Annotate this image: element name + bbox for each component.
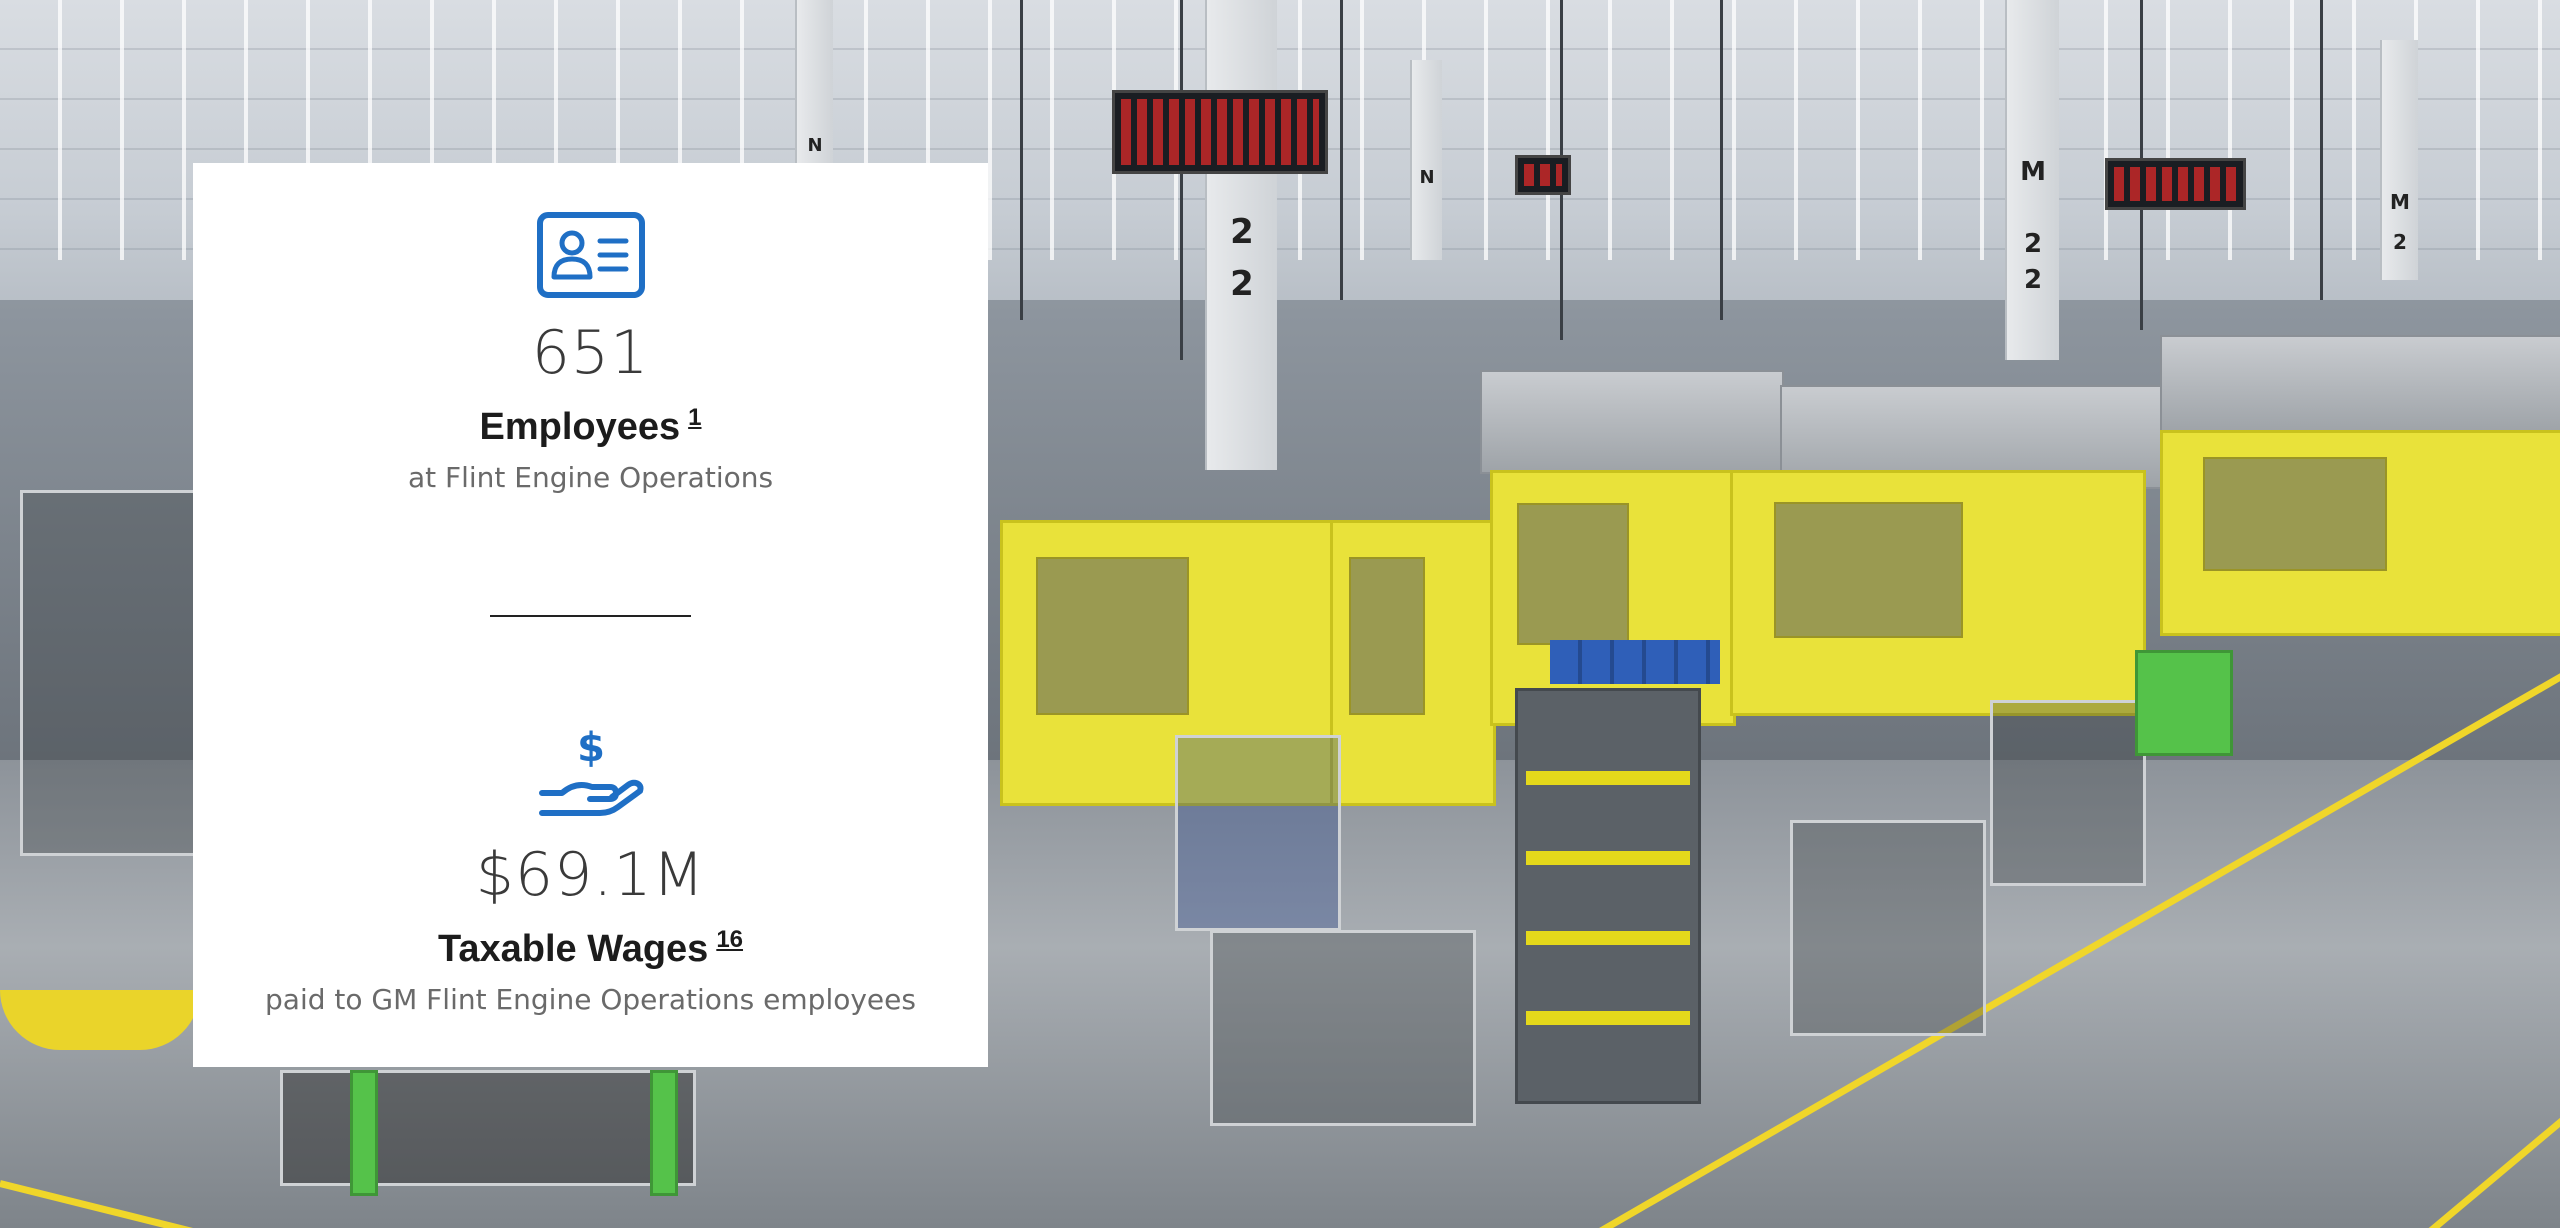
support-column: M 2 bbox=[2380, 40, 2418, 280]
hanging-pipe bbox=[2320, 0, 2323, 300]
hanging-pipe bbox=[1340, 0, 1343, 300]
footnote-link[interactable]: 16 bbox=[716, 926, 743, 953]
yellow-machine-station bbox=[1730, 470, 2146, 716]
wages-value: $69.1M bbox=[475, 840, 706, 910]
support-column: N bbox=[795, 0, 833, 170]
blue-parts-bins bbox=[1550, 640, 1720, 684]
engine-cart bbox=[1175, 735, 1341, 931]
engine-cart bbox=[20, 490, 196, 856]
employees-value: 651 bbox=[531, 318, 650, 388]
hand-dollar-icon: $ bbox=[538, 725, 643, 816]
support-column: N bbox=[1410, 60, 1442, 260]
hanging-pipe bbox=[1720, 0, 1723, 320]
andon-display bbox=[2105, 158, 2246, 210]
green-station bbox=[2135, 650, 2233, 756]
stats-card: 651 Employees 1 at Flint Engine Operation… bbox=[193, 163, 988, 1067]
support-column: M 2 2 bbox=[2005, 0, 2059, 360]
andon-display bbox=[1515, 155, 1571, 195]
footnote-link[interactable]: 1 bbox=[688, 404, 701, 431]
yellow-machine-station bbox=[2160, 430, 2560, 636]
wages-label-text: Taxable Wages bbox=[437, 928, 709, 970]
engine-cart bbox=[1210, 930, 1476, 1126]
rack-shelf bbox=[1526, 851, 1690, 865]
column-tag: N bbox=[807, 135, 823, 156]
support-column: M 2 2 bbox=[1205, 0, 1277, 470]
yellow-turntable bbox=[0, 990, 200, 1050]
hanging-pipe bbox=[1020, 0, 1023, 320]
column-tag: 2 bbox=[1230, 212, 1254, 252]
wages-label: Taxable Wages 16 bbox=[193, 917, 988, 972]
machine-hood bbox=[1480, 370, 1784, 474]
yellow-machine-station bbox=[1330, 520, 1496, 806]
id-card-icon bbox=[536, 212, 645, 298]
divider bbox=[490, 615, 691, 617]
parts-rack bbox=[1515, 688, 1701, 1104]
engine-cart bbox=[1990, 700, 2146, 886]
employees-description: at Flint Engine Operations bbox=[407, 461, 774, 494]
svg-text:$: $ bbox=[577, 725, 605, 771]
engine-cart bbox=[280, 1070, 696, 1186]
wages-description: paid to GM Flint Engine Operations emplo… bbox=[265, 983, 916, 1016]
wages-stat: $ $69.1M Taxable Wages 16 paid to GM Flin… bbox=[193, 721, 988, 1018]
andon-display bbox=[1112, 90, 1328, 174]
engine-cart bbox=[1790, 820, 1986, 1036]
column-tag: M bbox=[2020, 157, 2046, 187]
rack-shelf bbox=[1526, 931, 1690, 945]
employees-label-text: Employees bbox=[479, 406, 681, 448]
column-tag: 2 bbox=[1230, 264, 1254, 304]
column-tag: M bbox=[2390, 190, 2410, 214]
employees-stat: 651 Employees 1 at Flint Engine Operation… bbox=[193, 211, 988, 496]
employees-label: Employees 1 bbox=[193, 395, 988, 450]
rack-shelf bbox=[1526, 771, 1690, 785]
column-tag: N bbox=[1419, 167, 1435, 188]
green-station bbox=[650, 1070, 678, 1196]
column-tag: 2 bbox=[2023, 265, 2043, 295]
column-tag: 2 bbox=[2393, 230, 2407, 254]
green-station bbox=[350, 1070, 378, 1196]
machine-hood bbox=[2160, 335, 2560, 434]
hanging-pipe bbox=[1180, 0, 1183, 360]
rack-shelf bbox=[1526, 1011, 1690, 1025]
